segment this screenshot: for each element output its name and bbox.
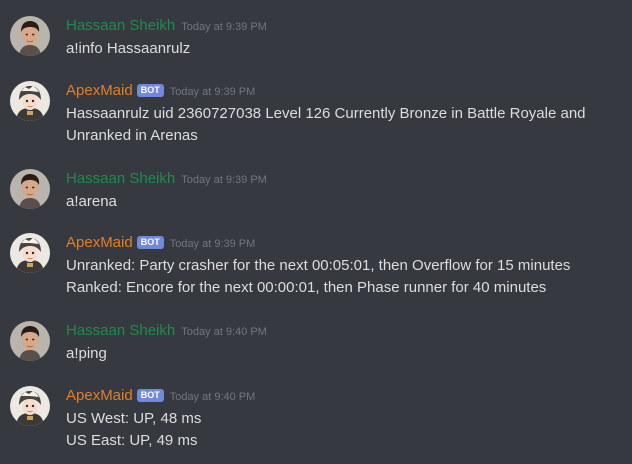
message-content: Unranked: Party crasher for the next 00:… bbox=[66, 255, 626, 299]
message-header: Hassaan Sheikh Today at 9:40 PM bbox=[66, 321, 267, 341]
avatar[interactable] bbox=[10, 16, 50, 56]
message-header: ApexMaid BOT Today at 9:39 PM bbox=[66, 81, 255, 101]
message-text: Unranked in Arenas bbox=[66, 127, 198, 144]
message-text: Unranked: Party crasher for the next 00:… bbox=[66, 257, 571, 274]
username[interactable]: ApexMaid bbox=[66, 234, 133, 251]
message-text: a!ping bbox=[66, 345, 107, 362]
timestamp: Today at 9:39 PM bbox=[169, 238, 256, 250]
message-text: Hassaanrulz uid 2360727038 Level 126 Cur… bbox=[66, 105, 586, 122]
message-text: Ranked: Encore for the next 00:00:01, th… bbox=[66, 279, 547, 296]
message-header: Hassaan Sheikh Today at 9:39 PM bbox=[66, 169, 267, 189]
username[interactable]: ApexMaid bbox=[66, 387, 133, 404]
username[interactable]: Hassaan Sheikh bbox=[66, 322, 175, 339]
timestamp: Today at 9:39 PM bbox=[169, 86, 256, 98]
avatar[interactable] bbox=[10, 233, 50, 273]
avatar[interactable] bbox=[10, 81, 50, 121]
message-content: US West: UP, 48 ms US East: UP, 49 ms bbox=[66, 408, 626, 452]
message-content: a!ping bbox=[66, 343, 626, 365]
message-content: Hassaanrulz uid 2360727038 Level 126 Cur… bbox=[66, 103, 626, 147]
message-header: Hassaan Sheikh Today at 9:39 PM bbox=[66, 16, 267, 36]
message-text: a!info Hassaanrulz bbox=[66, 40, 191, 57]
bot-tag: BOT bbox=[136, 389, 164, 402]
timestamp: Today at 9:39 PM bbox=[181, 174, 267, 186]
chat-messages: Hassaan Sheikh Today at 9:39 PM a!info Ha… bbox=[0, 0, 632, 464]
username[interactable]: ApexMaid bbox=[66, 82, 133, 99]
message-header: ApexMaid BOT Today at 9:39 PM bbox=[66, 233, 255, 253]
message-header: ApexMaid BOT Today at 9:40 PM bbox=[66, 386, 255, 406]
message-text: a!arena bbox=[66, 193, 117, 210]
avatar[interactable] bbox=[10, 321, 50, 361]
bot-tag: BOT bbox=[136, 84, 164, 97]
message-content: a!arena bbox=[66, 191, 626, 213]
username[interactable]: Hassaan Sheikh bbox=[66, 170, 175, 187]
timestamp: Today at 9:40 PM bbox=[169, 391, 256, 403]
timestamp: Today at 9:40 PM bbox=[181, 326, 267, 338]
avatar[interactable] bbox=[10, 169, 50, 209]
timestamp: Today at 9:39 PM bbox=[181, 21, 267, 33]
message-text: US West: UP, 48 ms bbox=[66, 410, 202, 427]
message-text: US East: UP, 49 ms bbox=[66, 432, 198, 449]
username[interactable]: Hassaan Sheikh bbox=[66, 17, 175, 34]
bot-tag: BOT bbox=[136, 236, 164, 249]
message-content: a!info Hassaanrulz bbox=[66, 38, 626, 60]
avatar[interactable] bbox=[10, 386, 50, 426]
